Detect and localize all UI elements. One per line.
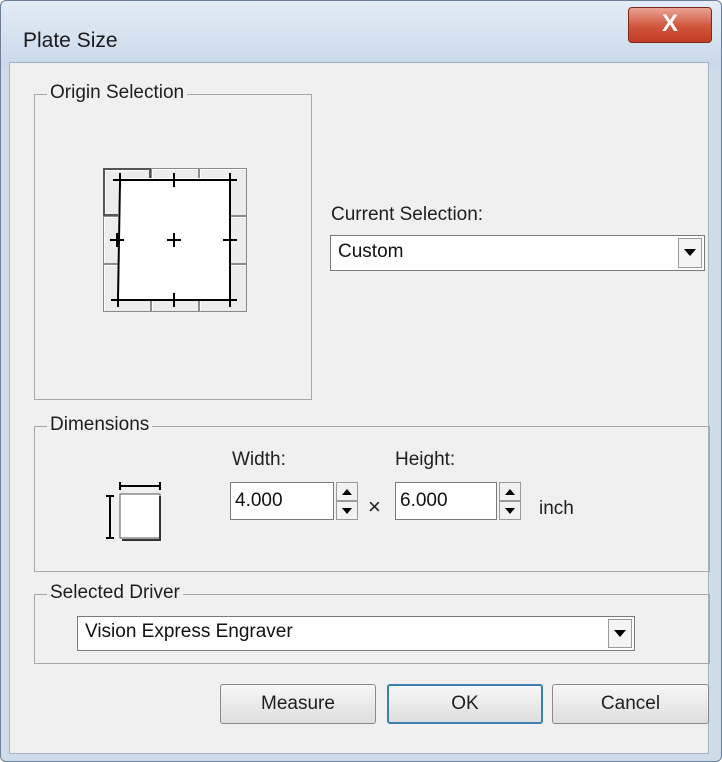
height-label: Height: xyxy=(395,449,456,470)
times-symbol: × xyxy=(368,494,381,519)
width-spin-down-button[interactable] xyxy=(336,501,358,520)
title-bar[interactable]: Plate Size X xyxy=(1,1,721,67)
measure-button[interactable]: Measure xyxy=(220,684,376,724)
arrow-down-icon xyxy=(342,508,352,514)
height-input[interactable]: 6.000 xyxy=(395,482,497,520)
height-value: 6.000 xyxy=(400,490,448,511)
height-spin-up-button[interactable] xyxy=(499,482,521,501)
width-input[interactable]: 4.000 xyxy=(230,482,334,520)
width-spin-up-button[interactable] xyxy=(336,482,358,501)
current-selection-label: Current Selection: xyxy=(331,204,484,225)
unit-label: inch xyxy=(539,498,574,519)
current-selection-dropdown[interactable]: Custom xyxy=(330,235,705,271)
arrow-down-icon xyxy=(505,508,515,514)
chevron-down-icon xyxy=(614,630,626,637)
height-spin-down-button[interactable] xyxy=(499,501,521,520)
arrow-up-icon xyxy=(342,489,352,495)
chevron-down-icon xyxy=(684,249,696,256)
driver-dropdown-button[interactable] xyxy=(608,619,632,648)
arrow-up-icon xyxy=(505,489,515,495)
dimensions-icon xyxy=(106,482,161,541)
dimensions-label: Dimensions xyxy=(47,414,153,436)
close-button[interactable]: X xyxy=(628,7,712,43)
current-selection-dropdown-button[interactable] xyxy=(678,238,702,268)
driver-dropdown[interactable]: Vision Express Engraver xyxy=(77,616,635,651)
current-selection-value: Custom xyxy=(338,241,404,262)
selected-driver-label: Selected Driver xyxy=(47,582,183,604)
cancel-button[interactable]: Cancel xyxy=(552,684,709,724)
window-title: Plate Size xyxy=(23,29,118,52)
width-label: Width: xyxy=(232,449,286,470)
height-spinner[interactable] xyxy=(499,482,521,520)
driver-value: Vision Express Engraver xyxy=(85,621,293,642)
ok-button[interactable]: OK xyxy=(387,684,543,724)
width-spinner[interactable] xyxy=(336,482,358,520)
close-icon: X xyxy=(661,10,678,37)
origin-markers-icon xyxy=(110,173,237,307)
width-value: 4.000 xyxy=(235,490,283,511)
origin-selection-label: Origin Selection xyxy=(47,82,188,104)
